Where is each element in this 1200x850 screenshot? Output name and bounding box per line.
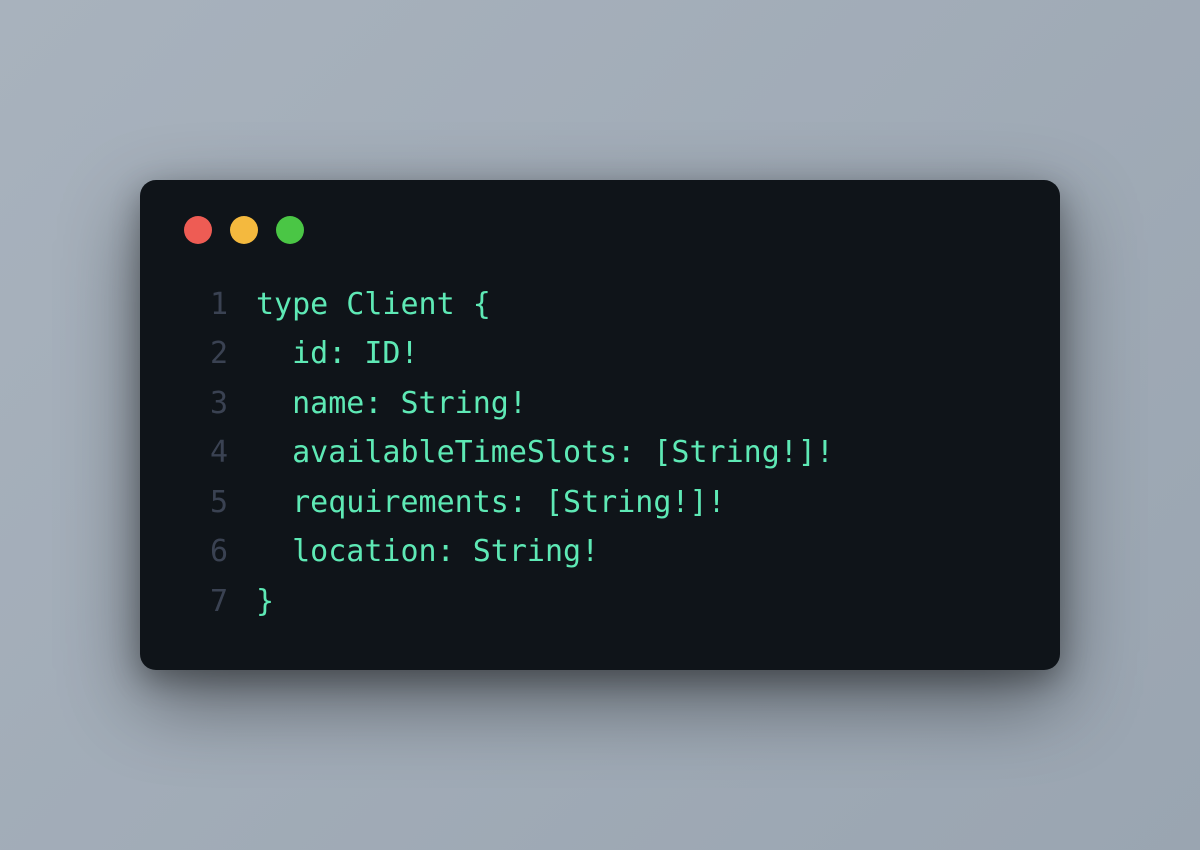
minimize-icon[interactable] — [230, 216, 258, 244]
code-line: 5 requirements: [String!]! — [184, 478, 1016, 528]
code-line: 4 availableTimeSlots: [String!]! — [184, 428, 1016, 478]
code-editor-window: 1 type Client { 2 id: ID! 3 name: String… — [140, 180, 1060, 671]
line-number: 6 — [184, 527, 228, 577]
code-line: 1 type Client { — [184, 280, 1016, 330]
line-number: 7 — [184, 577, 228, 627]
code-text: availableTimeSlots: [String!]! — [256, 428, 834, 478]
window-controls — [184, 216, 1016, 244]
code-text: } — [256, 577, 274, 627]
line-number: 2 — [184, 329, 228, 379]
code-line: 6 location: String! — [184, 527, 1016, 577]
close-icon[interactable] — [184, 216, 212, 244]
code-line: 7 } — [184, 577, 1016, 627]
code-line: 3 name: String! — [184, 379, 1016, 429]
code-text: requirements: [String!]! — [256, 478, 726, 528]
code-text: type Client { — [256, 280, 491, 330]
code-line: 2 id: ID! — [184, 329, 1016, 379]
line-number: 3 — [184, 379, 228, 429]
line-number: 1 — [184, 280, 228, 330]
maximize-icon[interactable] — [276, 216, 304, 244]
code-text: name: String! — [256, 379, 527, 429]
line-number: 5 — [184, 478, 228, 528]
line-number: 4 — [184, 428, 228, 478]
code-text: location: String! — [256, 527, 599, 577]
code-area[interactable]: 1 type Client { 2 id: ID! 3 name: String… — [184, 280, 1016, 627]
code-text: id: ID! — [256, 329, 419, 379]
